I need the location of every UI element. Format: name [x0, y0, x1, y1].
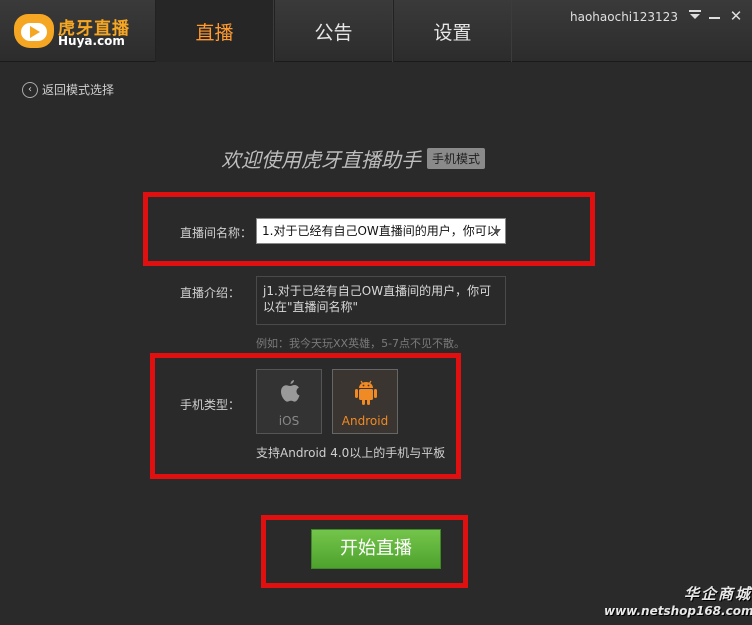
room-name-value: 1.对于已经有自己OW直播间的用户，你可以 [262, 224, 499, 238]
title-bar: 虎牙直播 Huya.com 直播 公告 设置 haohaochi123123 ✕ [0, 0, 752, 62]
android-option[interactable]: Android [332, 369, 398, 434]
tab-settings[interactable]: 设置 [393, 0, 512, 62]
android-label: Android [341, 414, 389, 428]
back-to-mode-select[interactable]: ‹ 返回模式选择 [22, 81, 114, 98]
back-arrow-icon: ‹ [22, 81, 38, 98]
ios-option[interactable]: iOS [256, 369, 322, 434]
phone-type-label: 手机类型： [180, 398, 241, 412]
ios-label: iOS [278, 414, 300, 428]
tab-live[interactable]: 直播 [155, 0, 274, 62]
intro-textarea[interactable]: j1.对于已经有自己OW直播间的用户，你可以在"直播间名称" [256, 276, 506, 325]
username[interactable]: haohaochi123123 [570, 10, 678, 24]
chevron-down-icon [493, 229, 501, 234]
intro-label: 直播介绍： [180, 286, 241, 300]
tab-announcement[interactable]: 公告 [274, 0, 393, 62]
start-live-button[interactable]: 开始直播 [311, 529, 441, 569]
watermark-url: www.netshop168.com [604, 604, 752, 618]
minimize-icon[interactable] [706, 7, 724, 25]
watermark-text: 华企商城 [683, 585, 752, 603]
menu-dropdown-icon[interactable] [686, 7, 704, 25]
intro-hint: 例如：我今天玩XX英雄，5-7点不见不散。 [256, 337, 466, 350]
logo-text-en: Huya.com [58, 34, 125, 48]
back-label: 返回模式选择 [42, 83, 115, 97]
mode-badge: 手机模式 [427, 148, 486, 169]
huya-logo: 虎牙直播 Huya.com [14, 12, 134, 50]
welcome-header: 欢迎使用虎牙直播助手 手机模式 [221, 144, 486, 173]
android-icon [355, 380, 377, 405]
apple-icon [281, 380, 300, 402]
huya-logo-icon [14, 14, 54, 48]
close-icon[interactable]: ✕ [727, 7, 745, 25]
watermark: 华企商城 www.netshop168.com [604, 583, 752, 618]
main-tabs: 直播 公告 设置 [155, 0, 512, 62]
room-name-label: 直播间名称： [180, 226, 253, 240]
room-name-select[interactable]: 1.对于已经有自己OW直播间的用户，你可以 [256, 218, 506, 244]
android-support-note: 支持Android 4.0以上的手机与平板 [256, 446, 446, 460]
welcome-title: 欢迎使用虎牙直播助手 [221, 148, 421, 172]
